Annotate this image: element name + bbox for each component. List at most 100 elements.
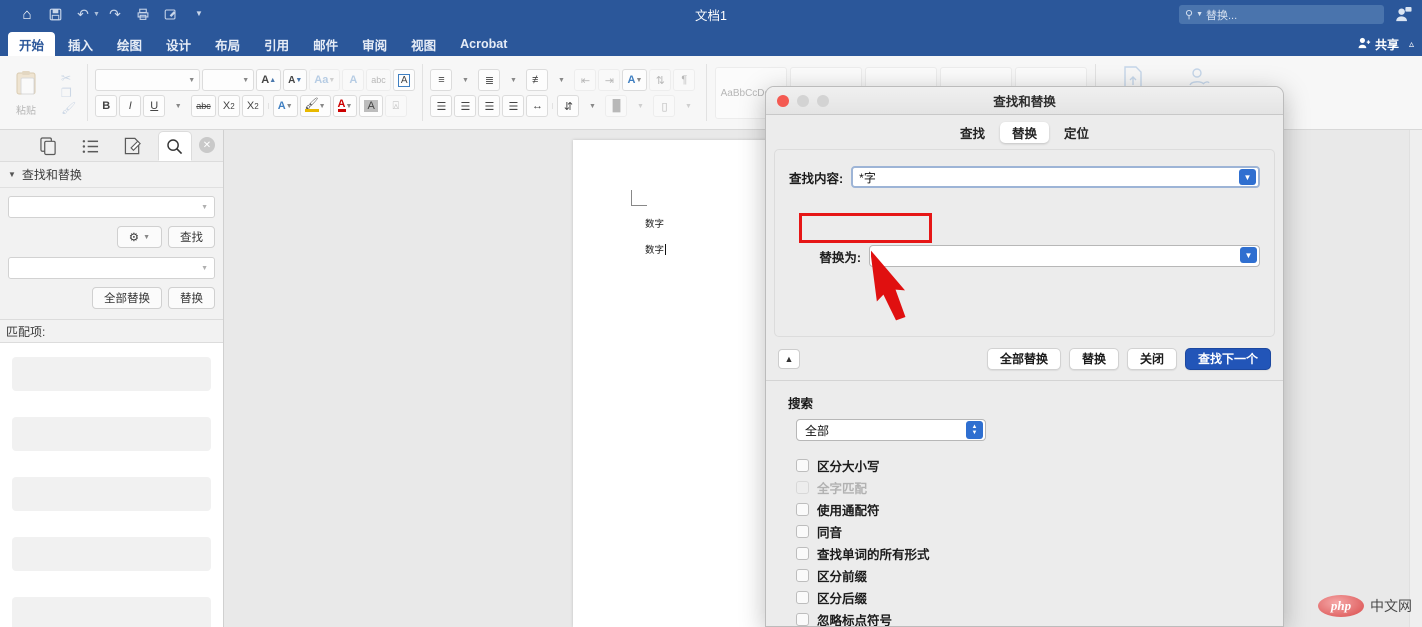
text-effects-button[interactable]: A <box>342 69 365 91</box>
checkbox-icon[interactable] <box>796 458 809 472</box>
ribbon-tab-layout[interactable]: 布局 <box>204 32 251 56</box>
option-match-case[interactable]: 区分大小写 <box>796 454 1271 476</box>
decrease-indent-button[interactable]: ⇤ <box>574 69 597 91</box>
checkbox-icon[interactable] <box>796 568 809 582</box>
ribbon-tab-acrobat[interactable]: Acrobat <box>449 32 518 56</box>
character-border-button[interactable]: ⍓ <box>384 95 407 117</box>
align-center-button[interactable]: ☰ <box>454 95 477 117</box>
collapse-ribbon-icon[interactable]: ▵ <box>1409 39 1414 50</box>
sidebar-results-list[interactable] <box>0 343 223 627</box>
sidebar-replace-all-button[interactable]: 全部替换 <box>92 287 162 309</box>
ribbon-tab-draw[interactable]: 绘图 <box>106 32 153 56</box>
copy-icon[interactable]: ❐ <box>61 87 76 99</box>
list-item[interactable] <box>12 537 211 571</box>
sidebar-tab-review[interactable] <box>116 131 150 161</box>
option-all-word-forms[interactable]: 查找单词的所有形式 <box>796 542 1271 564</box>
sidebar-replace-input[interactable]: ▼ <box>8 257 215 279</box>
sort-az-button[interactable]: ⇅ <box>649 69 672 91</box>
replace-with-input[interactable]: ▼ <box>869 245 1260 267</box>
ribbon-tab-view[interactable]: 视图 <box>400 32 447 56</box>
list-item[interactable] <box>12 417 211 451</box>
line-spacing-button[interactable]: ⇵ <box>557 95 580 117</box>
list-item[interactable] <box>12 477 211 511</box>
sort-button[interactable]: A ▼ <box>622 69 648 91</box>
option-match-suffix[interactable]: 区分后缀 <box>796 586 1271 608</box>
close-sidebar-icon[interactable]: ✕ <box>199 137 215 153</box>
list-item[interactable] <box>12 597 211 627</box>
shrink-font-button[interactable]: A ▼ <box>283 69 308 91</box>
sidebar-tab-thumbnails[interactable] <box>32 131 66 161</box>
close-dialog-button[interactable]: 关闭 <box>1126 347 1177 370</box>
find-history-dropdown-icon[interactable]: ▼ <box>1239 169 1256 185</box>
increase-indent-button[interactable]: ⇥ <box>598 69 621 91</box>
align-right-button[interactable]: ☰ <box>478 95 501 117</box>
vertical-scrollbar[interactable] <box>1409 130 1422 627</box>
text-shading-button[interactable]: A <box>359 95 383 117</box>
bullet-list-button[interactable]: ≡ <box>430 69 453 91</box>
chevron-down-icon[interactable]: ▼ <box>201 204 208 211</box>
checkbox-icon[interactable] <box>796 590 809 604</box>
print-icon[interactable] <box>130 3 156 25</box>
highlight-border-button[interactable]: A <box>392 69 416 91</box>
grow-font-button[interactable]: A ▲ <box>256 69 282 91</box>
save-icon[interactable] <box>42 3 68 25</box>
dialog-tab-replace[interactable]: 替换 <box>999 121 1049 143</box>
borders-caret-icon[interactable]: ▼ <box>677 95 699 117</box>
change-case-button[interactable]: Aa ▼ <box>309 69 341 91</box>
line-spacing-caret-icon[interactable]: ▼ <box>581 95 603 117</box>
superscript-button[interactable]: X2 <box>241 95 264 117</box>
share-button[interactable]: 共享 <box>1358 36 1399 53</box>
dialog-tab-goto[interactable]: 定位 <box>1052 122 1101 143</box>
numbered-list-button[interactable]: ≣ <box>478 69 501 91</box>
search-scope-caret-icon[interactable]: ▼ <box>1196 11 1203 18</box>
underline-dropdown-icon[interactable]: ▼ <box>167 95 189 117</box>
checkbox-icon[interactable] <box>796 502 809 516</box>
bold-button[interactable]: B <box>95 95 118 117</box>
option-ignore-punctuation[interactable]: 忽略标点符号 <box>796 608 1271 626</box>
subscript-button[interactable]: X2 <box>217 95 240 117</box>
distribute-button[interactable]: ↔ <box>526 95 549 117</box>
chevron-down-icon[interactable]: ▼ <box>201 265 208 272</box>
italic-button[interactable]: I <box>119 95 142 117</box>
sidebar-replace-button[interactable]: 替换 <box>168 287 215 309</box>
underline-button[interactable]: U <box>143 95 166 117</box>
shading-caret-icon[interactable]: ▼ <box>629 95 651 117</box>
replace-history-dropdown-icon[interactable]: ▼ <box>1240 247 1257 263</box>
home-icon[interactable]: ⌂ <box>14 3 40 25</box>
search-box[interactable]: ⚲ ▼ 替换... <box>1179 5 1384 24</box>
font-color-button[interactable]: A ▼ <box>332 95 358 117</box>
clear-formatting-button[interactable]: abc <box>366 69 391 91</box>
sidebar-find-button[interactable]: 查找 <box>168 226 215 248</box>
sidebar-tab-search[interactable] <box>157 131 192 161</box>
ribbon-tab-design[interactable]: 设计 <box>155 32 202 56</box>
ribbon-tab-references[interactable]: 引用 <box>253 32 300 56</box>
ribbon-tab-home[interactable]: 开始 <box>8 32 56 56</box>
shading-button[interactable]: █ <box>605 95 628 117</box>
find-content-input[interactable]: *字 ▼ <box>851 166 1260 188</box>
cut-icon[interactable]: ✂ <box>61 72 76 84</box>
stepper-icon[interactable]: ▲ ▼ <box>966 421 983 439</box>
search-scope-select[interactable]: 全部 ▲ ▼ <box>796 419 986 441</box>
quick-print-edit-icon[interactable] <box>158 3 184 25</box>
account-icon[interactable] <box>1392 4 1414 24</box>
ribbon-tab-insert[interactable]: 插入 <box>57 32 104 56</box>
undo-dropdown-caret-icon[interactable]: ▼ <box>93 11 100 18</box>
numbered-list-caret-icon[interactable]: ▼ <box>502 69 524 91</box>
ribbon-tab-mailings[interactable]: 邮件 <box>302 32 349 56</box>
redo-icon[interactable]: ↷ <box>102 3 128 25</box>
text-effect-a-button[interactable]: A ▼ <box>272 95 298 117</box>
borders-button[interactable]: ▯ <box>653 95 676 117</box>
customize-qat-icon[interactable]: ▼ <box>186 3 212 25</box>
bullet-list-caret-icon[interactable]: ▼ <box>454 69 476 91</box>
replace-button[interactable]: 替换 <box>1068 347 1119 370</box>
font-name-combo[interactable]: ▼ <box>95 69 201 91</box>
show-formatting-marks-button[interactable]: ¶ <box>673 69 696 91</box>
ribbon-tab-review[interactable]: 审阅 <box>351 32 398 56</box>
format-painter-icon[interactable]: 🖌 <box>61 102 76 114</box>
sidebar-settings-button[interactable]: ⚙ ▼ <box>116 226 162 248</box>
find-next-button[interactable]: 查找下一个 <box>1184 347 1271 370</box>
multilevel-list-button[interactable]: ≢ <box>526 69 549 91</box>
sidebar-tab-outline[interactable] <box>74 131 108 161</box>
dialog-tab-find[interactable]: 查找 <box>948 122 997 143</box>
checkbox-icon[interactable] <box>796 612 809 626</box>
